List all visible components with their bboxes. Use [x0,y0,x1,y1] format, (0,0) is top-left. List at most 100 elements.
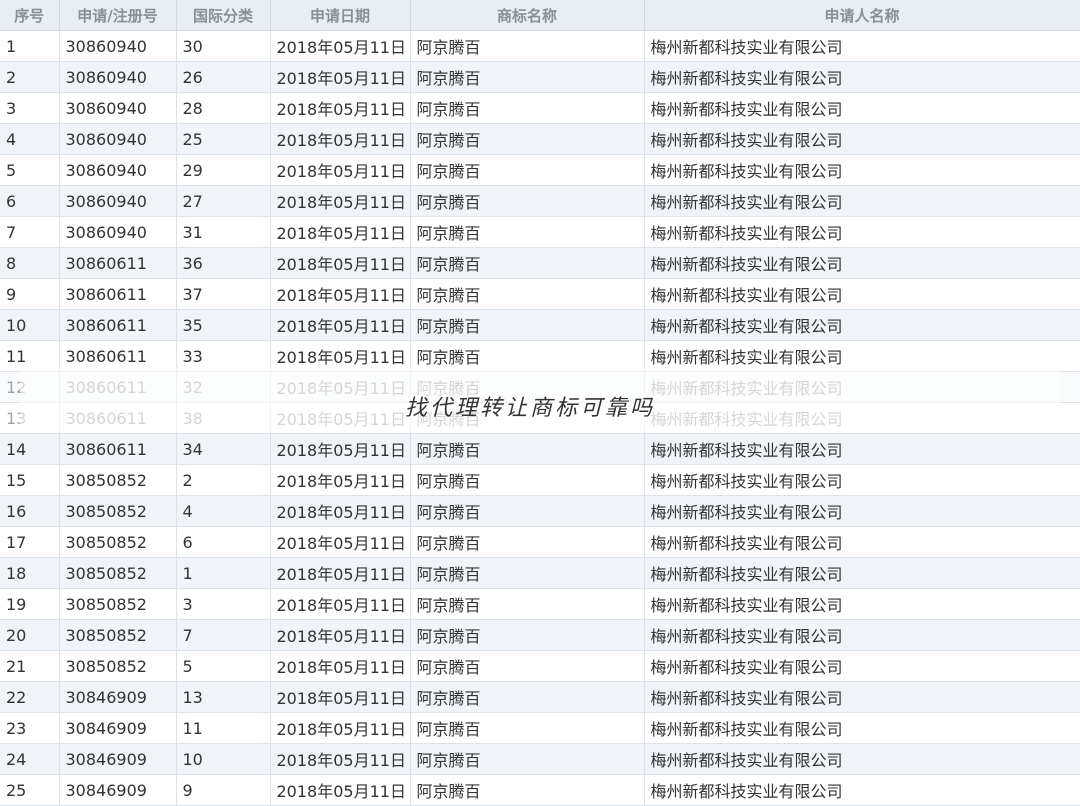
cell-index: 15 [0,464,60,496]
cell-trademark-name[interactable]: 阿京腾百 [410,557,645,589]
cell-reg-number[interactable]: 30860611 [59,340,177,372]
table-row[interactable]: 22 30846909 13 2018年05月11日 阿京腾百 梅州新都科技实业有限公司 [0,681,1080,713]
cell-reg-number[interactable]: 30850852 [59,557,177,589]
table-row[interactable]: 15 30850852 2 2018年05月11日 阿京腾百 梅州新都科技实业有限公司 [0,464,1080,496]
cell-applicant-name: 梅州新都科技实业有限公司 [644,278,1080,310]
cell-trademark-name[interactable]: 阿京腾百 [410,185,645,217]
cell-trademark-name[interactable]: 阿京腾百 [410,712,645,744]
cell-reg-number[interactable]: 30860940 [59,61,177,93]
cell-reg-number[interactable]: 30860940 [59,154,177,186]
cell-reg-number[interactable]: 30846909 [59,774,177,806]
cell-reg-number[interactable]: 30860940 [59,92,177,124]
header-trademark-name[interactable]: 商标名称 [410,0,645,31]
header-index[interactable]: 序号 [0,0,60,31]
table-row[interactable]: 9 30860611 37 2018年05月11日 阿京腾百 梅州新都科技实业有限公司 [0,278,1080,310]
cell-trademark-name[interactable]: 阿京腾百 [410,30,645,62]
cell-trademark-name[interactable]: 阿京腾百 [410,495,645,527]
cell-reg-number[interactable]: 30860940 [59,30,177,62]
table-row[interactable]: 21 30850852 5 2018年05月11日 阿京腾百 梅州新都科技实业有限公司 [0,650,1080,682]
table-row[interactable]: 18 30850852 1 2018年05月11日 阿京腾百 梅州新都科技实业有限公司 [0,557,1080,589]
table-row[interactable]: 24 30846909 10 2018年05月11日 阿京腾百 梅州新都科技实业有限公司 [0,743,1080,775]
cell-trademark-name[interactable]: 阿京腾百 [410,154,645,186]
table-row[interactable]: 3 30860940 28 2018年05月11日 阿京腾百 梅州新都科技实业有限公司 [0,92,1080,124]
cell-trademark-name[interactable]: 阿京腾百 [410,526,645,558]
table-row[interactable]: 14 30860611 34 2018年05月11日 阿京腾百 梅州新都科技实业有限公司 [0,433,1080,465]
table-row[interactable]: 11 30860611 33 2018年05月11日 阿京腾百 梅州新都科技实业有限公司 [0,340,1080,372]
table-row[interactable]: 10 30860611 35 2018年05月11日 阿京腾百 梅州新都科技实业有限公司 [0,309,1080,341]
cell-trademark-name[interactable]: 阿京腾百 [410,123,645,155]
cell-applicant-name: 梅州新都科技实业有限公司 [644,123,1080,155]
cell-trademark-name[interactable]: 阿京腾百 [410,774,645,806]
table-row[interactable]: 2 30860940 26 2018年05月11日 阿京腾百 梅州新都科技实业有限公司 [0,61,1080,93]
cell-reg-number[interactable]: 30850852 [59,495,177,527]
cell-trademark-name[interactable]: 阿京腾百 [410,619,645,651]
cell-app-date: 2018年05月11日 [270,526,411,558]
cell-index: 16 [0,495,60,527]
cell-trademark-name[interactable]: 阿京腾百 [410,247,645,279]
cell-trademark-name[interactable]: 阿京腾百 [410,61,645,93]
cell-applicant-name: 梅州新都科技实业有限公司 [644,588,1080,620]
header-app-date[interactable]: 申请日期 [270,0,411,31]
cell-applicant-name: 梅州新都科技实业有限公司 [644,216,1080,248]
table-row[interactable]: 8 30860611 36 2018年05月11日 阿京腾百 梅州新都科技实业有限公司 [0,247,1080,279]
cell-reg-number[interactable]: 30846909 [59,681,177,713]
cell-reg-number[interactable]: 30850852 [59,526,177,558]
cell-applicant-name: 梅州新都科技实业有限公司 [644,309,1080,341]
cell-intl-class: 25 [176,123,271,155]
table-row[interactable]: 20 30850852 7 2018年05月11日 阿京腾百 梅州新都科技实业有限公司 [0,619,1080,651]
cell-trademark-name[interactable]: 阿京腾百 [410,278,645,310]
cell-reg-number[interactable]: 30846909 [59,743,177,775]
table-row[interactable]: 6 30860940 27 2018年05月11日 阿京腾百 梅州新都科技实业有限公司 [0,185,1080,217]
cell-app-date: 2018年05月11日 [270,278,411,310]
table-row[interactable]: 1 30860940 30 2018年05月11日 阿京腾百 梅州新都科技实业有限公司 [0,30,1080,62]
cell-app-date: 2018年05月11日 [270,495,411,527]
cell-intl-class: 11 [176,712,271,744]
table-row[interactable]: 5 30860940 29 2018年05月11日 阿京腾百 梅州新都科技实业有限公司 [0,154,1080,186]
cell-reg-number[interactable]: 30860611 [59,278,177,310]
cell-reg-number[interactable]: 30850852 [59,619,177,651]
cell-trademark-name[interactable]: 阿京腾百 [410,464,645,496]
cell-reg-number[interactable]: 30860611 [59,433,177,465]
cell-applicant-name: 梅州新都科技实业有限公司 [644,154,1080,186]
cell-index: 24 [0,743,60,775]
cell-intl-class: 28 [176,92,271,124]
table-row[interactable]: 19 30850852 3 2018年05月11日 阿京腾百 梅州新都科技实业有限公司 [0,588,1080,620]
table-row[interactable]: 4 30860940 25 2018年05月11日 阿京腾百 梅州新都科技实业有限公司 [0,123,1080,155]
cell-trademark-name[interactable]: 阿京腾百 [410,650,645,682]
table-row[interactable]: 16 30850852 4 2018年05月11日 阿京腾百 梅州新都科技实业有限公司 [0,495,1080,527]
cell-app-date: 2018年05月11日 [270,340,411,372]
cell-app-date: 2018年05月11日 [270,433,411,465]
cell-trademark-name[interactable]: 阿京腾百 [410,309,645,341]
cell-app-date: 2018年05月11日 [270,619,411,651]
cell-reg-number[interactable]: 30846909 [59,712,177,744]
cell-reg-number[interactable]: 30860940 [59,185,177,217]
table-row[interactable]: 7 30860940 31 2018年05月11日 阿京腾百 梅州新都科技实业有限公司 [0,216,1080,248]
header-applicant-name[interactable]: 申请人名称 [644,0,1080,31]
table-row[interactable]: 25 30846909 9 2018年05月11日 阿京腾百 梅州新都科技实业有限公司 [0,774,1080,806]
cell-trademark-name[interactable]: 阿京腾百 [410,92,645,124]
cell-app-date: 2018年05月11日 [270,123,411,155]
cell-index: 5 [0,154,60,186]
cell-trademark-name[interactable]: 阿京腾百 [410,743,645,775]
cell-trademark-name[interactable]: 阿京腾百 [410,681,645,713]
cell-trademark-name[interactable]: 阿京腾百 [410,588,645,620]
cell-reg-number[interactable]: 30850852 [59,650,177,682]
cell-intl-class: 30 [176,30,271,62]
cell-reg-number[interactable]: 30850852 [59,464,177,496]
table-row[interactable]: 17 30850852 6 2018年05月11日 阿京腾百 梅州新都科技实业有限公司 [0,526,1080,558]
cell-reg-number[interactable]: 30860611 [59,247,177,279]
cell-reg-number[interactable]: 30860611 [59,309,177,341]
cell-reg-number[interactable]: 30860940 [59,216,177,248]
table-row[interactable]: 23 30846909 11 2018年05月11日 阿京腾百 梅州新都科技实业有限公司 [0,712,1080,744]
header-intl-class[interactable]: 国际分类 [176,0,271,31]
cell-reg-number[interactable]: 30860940 [59,123,177,155]
cell-reg-number[interactable]: 30850852 [59,588,177,620]
cell-app-date: 2018年05月11日 [270,743,411,775]
cell-trademark-name[interactable]: 阿京腾百 [410,340,645,372]
cell-trademark-name[interactable]: 阿京腾百 [410,216,645,248]
cell-index: 3 [0,92,60,124]
header-reg-number[interactable]: 申请/注册号 [59,0,177,31]
cell-intl-class: 10 [176,743,271,775]
cell-trademark-name[interactable]: 阿京腾百 [410,433,645,465]
cell-intl-class: 33 [176,340,271,372]
